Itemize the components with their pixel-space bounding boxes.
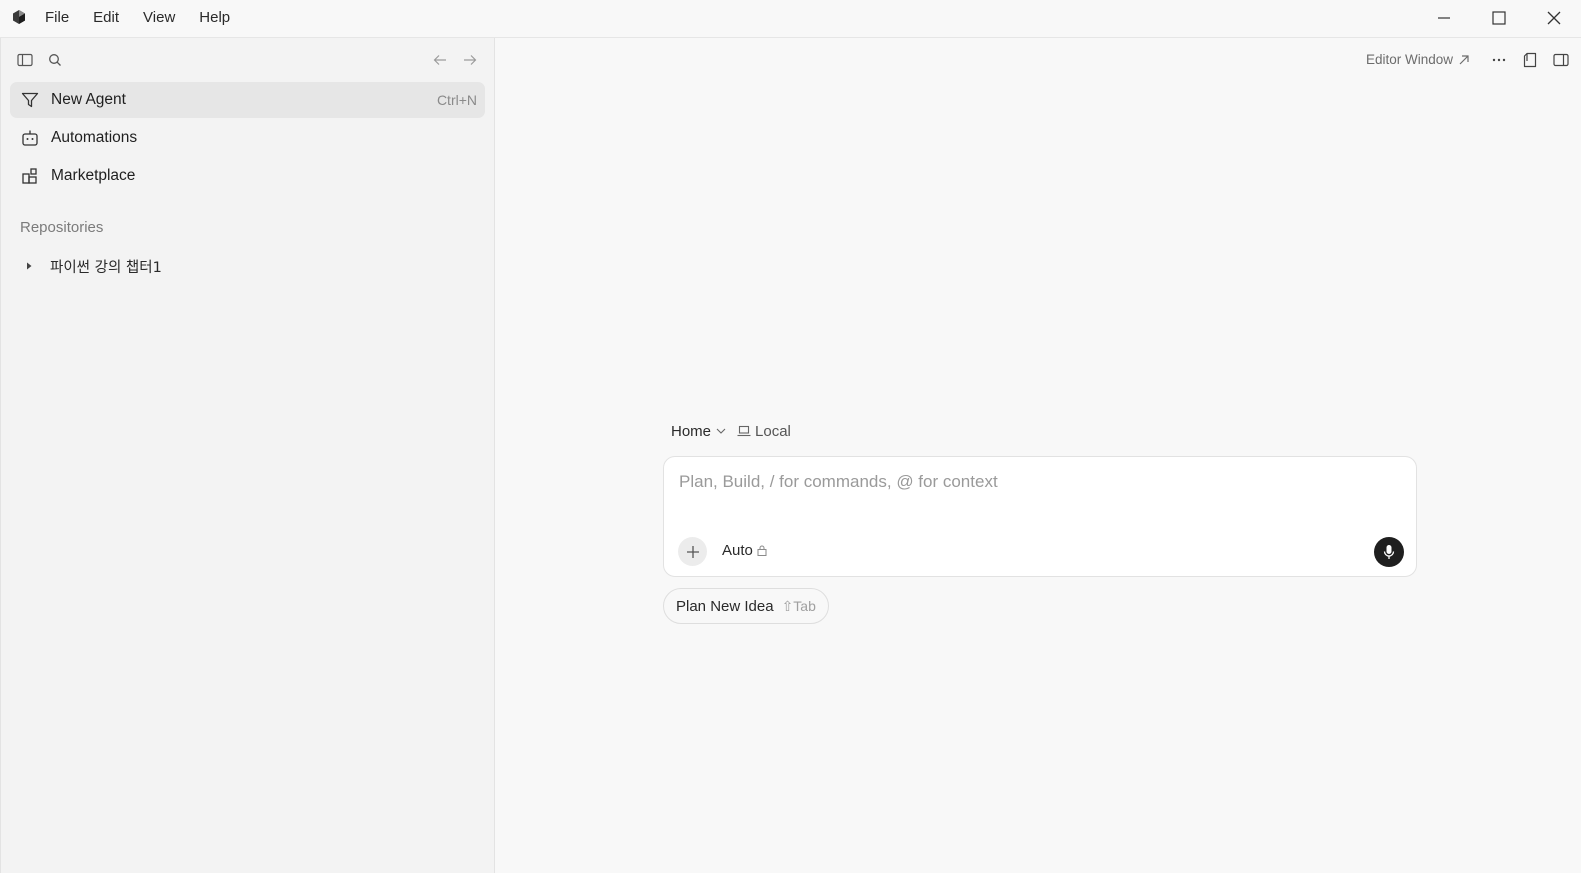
forward-button[interactable] [460, 50, 480, 70]
context-row: Home Local [671, 420, 791, 442]
menu-edit[interactable]: Edit [81, 0, 131, 36]
layout-button[interactable] [1520, 50, 1540, 70]
mode-selector[interactable]: Auto [722, 542, 767, 559]
local-environment[interactable]: Local [755, 423, 791, 440]
nav-marketplace[interactable]: Marketplace [10, 158, 485, 194]
menu-view[interactable]: View [131, 0, 187, 36]
microphone-icon [1383, 545, 1395, 559]
prompt-input[interactable] [679, 469, 1379, 495]
close-button[interactable] [1526, 0, 1581, 36]
maximize-icon [1492, 11, 1506, 25]
maximize-button[interactable] [1471, 0, 1527, 36]
panel-layout-icon [1523, 52, 1537, 68]
nav-label: New Agent [51, 91, 126, 108]
marketplace-icon [20, 166, 40, 186]
home-selector[interactable]: Home [671, 423, 711, 440]
editor-window-label: Editor Window [1366, 52, 1454, 67]
arrow-right-icon [464, 55, 477, 65]
toggle-sidebar-button[interactable] [15, 50, 35, 70]
external-arrow-icon [1459, 54, 1469, 64]
sidebar-toggle-icon [17, 53, 33, 67]
composer: Auto [663, 456, 1417, 577]
chevron-down-icon[interactable] [716, 428, 726, 434]
repo-item[interactable]: 파이썬 강의 챕터1 [19, 252, 162, 280]
repo-label: 파이썬 강의 챕터1 [50, 259, 162, 276]
agent-icon [20, 90, 40, 110]
nav-automations[interactable]: Automations [10, 120, 485, 156]
caret-right-icon[interactable] [19, 256, 39, 276]
app-logo-icon [11, 9, 27, 25]
search-button[interactable] [45, 50, 65, 70]
plan-label: Plan New Idea [676, 597, 774, 615]
arrow-left-icon [433, 55, 446, 65]
laptop-icon [737, 425, 751, 437]
plus-icon [686, 545, 699, 558]
minimize-icon [1438, 17, 1450, 19]
plan-new-idea-button[interactable]: Plan New Idea ⇧Tab [663, 588, 829, 624]
menu-file[interactable]: File [33, 0, 81, 36]
nav-label: Automations [51, 129, 138, 146]
add-context-button[interactable] [678, 537, 707, 566]
minimize-button[interactable] [1416, 0, 1472, 36]
more-icon [1492, 58, 1506, 62]
menu-help[interactable]: Help [187, 0, 242, 36]
more-options-button[interactable] [1489, 50, 1509, 70]
repositories-heading: Repositories [20, 219, 104, 236]
right-panel-icon [1553, 53, 1569, 67]
close-icon [1547, 11, 1560, 25]
editor-window-button[interactable]: Editor Window [1366, 52, 1470, 67]
nav-new-agent[interactable]: New Agent Ctrl+N [10, 82, 485, 118]
robot-icon [20, 128, 40, 148]
menu-bar: File Edit View Help [33, 0, 242, 36]
toggle-right-panel-button[interactable] [1551, 50, 1571, 70]
nav-label: Marketplace [51, 167, 136, 184]
lock-icon [757, 545, 767, 556]
sidebar: New Agent Ctrl+N Automations Marketplace… [0, 38, 495, 873]
shortcut-hint: ⇧Tab [781, 597, 816, 614]
back-button[interactable] [430, 50, 450, 70]
title-bar: File Edit View Help [0, 0, 1581, 38]
shortcut-hint: Ctrl+N [436, 92, 477, 108]
mode-label: Auto [722, 542, 753, 559]
voice-input-button[interactable] [1374, 537, 1404, 567]
search-icon [49, 54, 61, 66]
